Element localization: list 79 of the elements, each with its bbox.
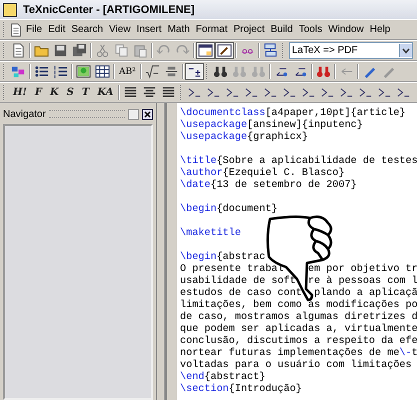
paste-icon[interactable] [133,43,148,58]
code-text: voltadas para o usuário com limitações [180,360,412,372]
format-button[interactable]: T [78,84,94,101]
menu-item[interactable]: Format [192,24,230,35]
format-button[interactable]: F [30,84,46,101]
numbered-list-icon[interactable] [53,64,68,79]
latex-command: \end [180,372,204,384]
code-text: {abstract} [204,372,266,384]
code-text: em por objetivo tr [308,264,417,276]
close-icon[interactable] [142,108,153,120]
format-button[interactable]: S [62,84,78,101]
code-text: conclusão, discutimos a respeito da efe [180,336,417,348]
menu-item[interactable]: Insert [134,24,165,35]
code-text: nortear futuras implementações de me [180,348,400,360]
panel-title: Navigator [3,108,46,120]
code-text: [ansinew]{inputenc} [247,120,363,132]
code-text: {Ezequiel C. Blasco} [222,168,345,180]
menu-item[interactable]: Edit [45,24,68,35]
code-text: {Introdução} [228,384,302,396]
code-text: {13 de setembro de 2007} [210,180,357,192]
latex-command: \date [180,180,210,192]
menu-item[interactable]: Window [325,24,367,35]
binoculars-icon[interactable] [316,64,331,79]
latex-command: \begin [180,204,217,216]
code-text: {document} [216,204,278,216]
menu-item[interactable]: View [106,24,134,35]
menu-item[interactable]: Help [366,24,394,35]
latex-command: \title [180,156,217,168]
code-text: re à pessoas com l [308,276,417,288]
code-text: t [412,348,417,360]
align-left-icon[interactable] [123,85,138,100]
menu-item[interactable]: File [23,24,46,35]
format-button[interactable]: H! [9,84,31,101]
square-root-icon[interactable] [144,64,160,79]
code-text: usabilidade de soft [180,276,296,288]
menu-item[interactable]: Math [164,24,193,35]
code-text: [a4paper,10pt]{article} [265,108,406,120]
output-profile-dropdown[interactable]: LaTeX => PDF [289,42,413,59]
code-text: plando a aplicaçã [314,288,417,300]
latex-command: \- [399,348,412,360]
latex-command: \usepackage [180,132,248,144]
code-text: que podem ser aplicadas a, virtualmente [180,324,417,336]
code-text: estudos de caso cont [180,288,302,300]
table-icon[interactable] [95,64,110,79]
latex-command: \begin [180,252,217,264]
document-icon[interactable] [9,22,23,36]
code-text: O presente trabal [180,264,284,276]
code-text: limitações, bem como as modificações po [180,300,417,312]
latex-command: \maketitle [180,228,241,240]
latex-command: \usepackage [180,120,248,132]
save-all-icon[interactable] [72,43,87,58]
code-text: {abstrac [216,252,266,264]
format-button[interactable]: KA [93,84,118,101]
window-icon[interactable] [198,43,213,58]
justify-icon[interactable] [161,85,176,100]
menu-item[interactable]: Project [230,24,268,35]
format-button[interactable]: K [46,84,63,101]
latex-command: \section [180,384,229,396]
binoculars-icon[interactable] [212,64,228,79]
panel-grip[interactable] [48,110,125,118]
latex-command: \author [180,168,223,180]
image-icon[interactable] [76,64,91,79]
latex-command: \documentclass [180,108,266,120]
superscript-button[interactable]: AB² [116,63,139,80]
menu-item[interactable]: Search [68,24,106,35]
save-icon[interactable] [53,43,68,58]
fraction-icon[interactable] [164,64,179,79]
stacked-boxes-icon[interactable] [263,43,278,58]
code-text: {graphicx} [247,132,308,144]
align-center-icon[interactable] [142,85,158,100]
code-text: {Sobre a aplicabilidade de testes [216,156,417,168]
window-title: TeXnicCenter - [ARTIGOMILENE] [23,4,195,16]
new-document-icon[interactable] [11,43,26,58]
bullet-list-icon[interactable] [34,64,49,79]
colored-blocks-icon[interactable] [11,64,26,79]
app-icon [3,2,17,16]
code-text: de caso, mostramos algumas diretrizes d [180,312,417,324]
menu-item[interactable]: Build [268,24,296,35]
menu-item[interactable]: Tools [296,24,326,35]
